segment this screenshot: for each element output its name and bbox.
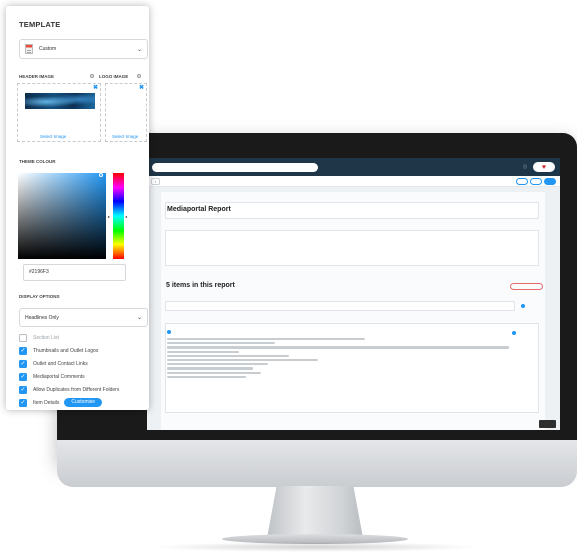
- option-label: Thumbnails and Outlet Logos: [33, 347, 99, 354]
- item-check-icon[interactable]: [167, 330, 171, 334]
- toolbar-button-2[interactable]: [530, 177, 542, 185]
- template-icon: [25, 44, 33, 54]
- option-label: Outlet and Contact Links: [33, 360, 88, 367]
- option-label: Allow Duplicates from Different Folders: [33, 386, 120, 393]
- items-heading: 5 items in this report: [166, 282, 235, 289]
- hue-arrow-left-icon: ▸: [108, 214, 111, 219]
- template-select-value: Custom: [39, 46, 57, 52]
- hue-slider[interactable]: [113, 173, 124, 259]
- colour-saturation-picker[interactable]: [18, 173, 106, 259]
- customise-button[interactable]: Customise: [64, 398, 103, 407]
- checkbox[interactable]: [19, 333, 27, 342]
- option-comments[interactable]: ✓ Mediaportal Comments: [19, 372, 85, 381]
- display-mode-select[interactable]: Headlines Only ⌄: [19, 308, 148, 327]
- checkbox-checked-icon[interactable]: ✓: [19, 359, 27, 368]
- select-header-image-link[interactable]: Select Image: [40, 134, 66, 139]
- colour-picker-handle[interactable]: [99, 173, 103, 177]
- option-thumbnails[interactable]: ✓ Thumbnails and Outlet Logos: [19, 346, 98, 355]
- checkbox-checked-icon[interactable]: ✓: [19, 372, 27, 381]
- summary-field[interactable]: [165, 230, 539, 266]
- chevron-down-icon: ⌄: [136, 46, 142, 53]
- floor-shadow: [150, 542, 480, 552]
- template-select[interactable]: Custom ⌄: [19, 39, 148, 59]
- option-label: Mediaportal Comments: [33, 373, 85, 380]
- info-icon[interactable]: i: [90, 74, 94, 78]
- checkbox-checked-icon[interactable]: ✓: [19, 385, 27, 394]
- imac-chin: [57, 440, 577, 487]
- item-detail-text: [167, 338, 527, 380]
- filter-field[interactable]: [165, 301, 515, 311]
- app-search-input[interactable]: [152, 162, 318, 172]
- imac-stand: [267, 486, 363, 538]
- display-mode-value: Headlines Only: [25, 314, 59, 321]
- chevron-down-icon: ⌄: [136, 315, 142, 321]
- remove-logo-image-icon[interactable]: ✖: [139, 84, 144, 91]
- header-image-preview: [25, 93, 95, 109]
- option-section-list[interactable]: Section List: [19, 333, 59, 342]
- app-toolbar: ‹: [147, 176, 560, 187]
- theme-colour-label: THEME COLOUR: [19, 159, 56, 164]
- report-card: Mediaportal Report 5 items in this repor…: [161, 192, 545, 430]
- heart-logo-icon: ♥: [541, 163, 547, 171]
- option-item-details[interactable]: ✓ Item Details Customise: [19, 398, 103, 407]
- item-status-dot: [512, 331, 516, 335]
- option-outlet-links[interactable]: ✓ Outlet and Contact Links: [19, 359, 88, 368]
- logo-image-label: LOGO IMAGE: [99, 74, 129, 79]
- toolbar-button-1[interactable]: [516, 177, 528, 185]
- toolbar-button-3[interactable]: [544, 177, 556, 185]
- select-logo-image-link[interactable]: Select Image: [112, 134, 138, 139]
- option-allow-duplicates[interactable]: ✓ Allow Duplicates from Different Folder…: [19, 385, 119, 394]
- remove-all-button[interactable]: [510, 283, 543, 290]
- help-icon: ⓘ: [523, 164, 527, 169]
- info-icon[interactable]: i: [137, 74, 141, 78]
- checkbox-checked-icon[interactable]: ✓: [19, 346, 27, 355]
- template-heading: TEMPLATE: [19, 20, 61, 29]
- hex-colour-input[interactable]: #2196F3: [23, 264, 126, 281]
- back-button[interactable]: ‹: [151, 177, 160, 185]
- hue-arrow-right-icon: ◂: [125, 214, 128, 219]
- status-dot: [521, 304, 525, 308]
- option-label: Section List: [33, 334, 59, 341]
- header-image-dropzone[interactable]: ✖ Select Image: [17, 83, 101, 142]
- display-options-label: DISPLAY OPTIONS: [19, 294, 60, 299]
- brand-logo-menu[interactable]: ♥: [533, 162, 555, 172]
- option-label: Item Details: [33, 399, 60, 406]
- remove-header-image-icon[interactable]: ✖: [93, 84, 98, 91]
- report-title: Mediaportal Report: [167, 206, 231, 213]
- support-link[interactable]: ⓘ: [523, 164, 527, 170]
- header-image-label: HEADER IMAGE: [19, 74, 55, 79]
- app-main: Mediaportal Report 5 items in this repor…: [147, 187, 560, 430]
- app-footer-button[interactable]: [539, 420, 556, 428]
- app-top-bar: ⓘ ♥: [147, 158, 560, 176]
- template-panel: TEMPLATE Custom ⌄ HEADER IMAGE i LOGO IM…: [6, 6, 149, 410]
- logo-image-dropzone[interactable]: ✖ Select Image: [105, 83, 147, 142]
- checkbox-checked-icon[interactable]: ✓: [19, 398, 27, 407]
- app-screen: ⓘ ♥ ‹ Mediaportal Report 5 items in this…: [147, 158, 560, 430]
